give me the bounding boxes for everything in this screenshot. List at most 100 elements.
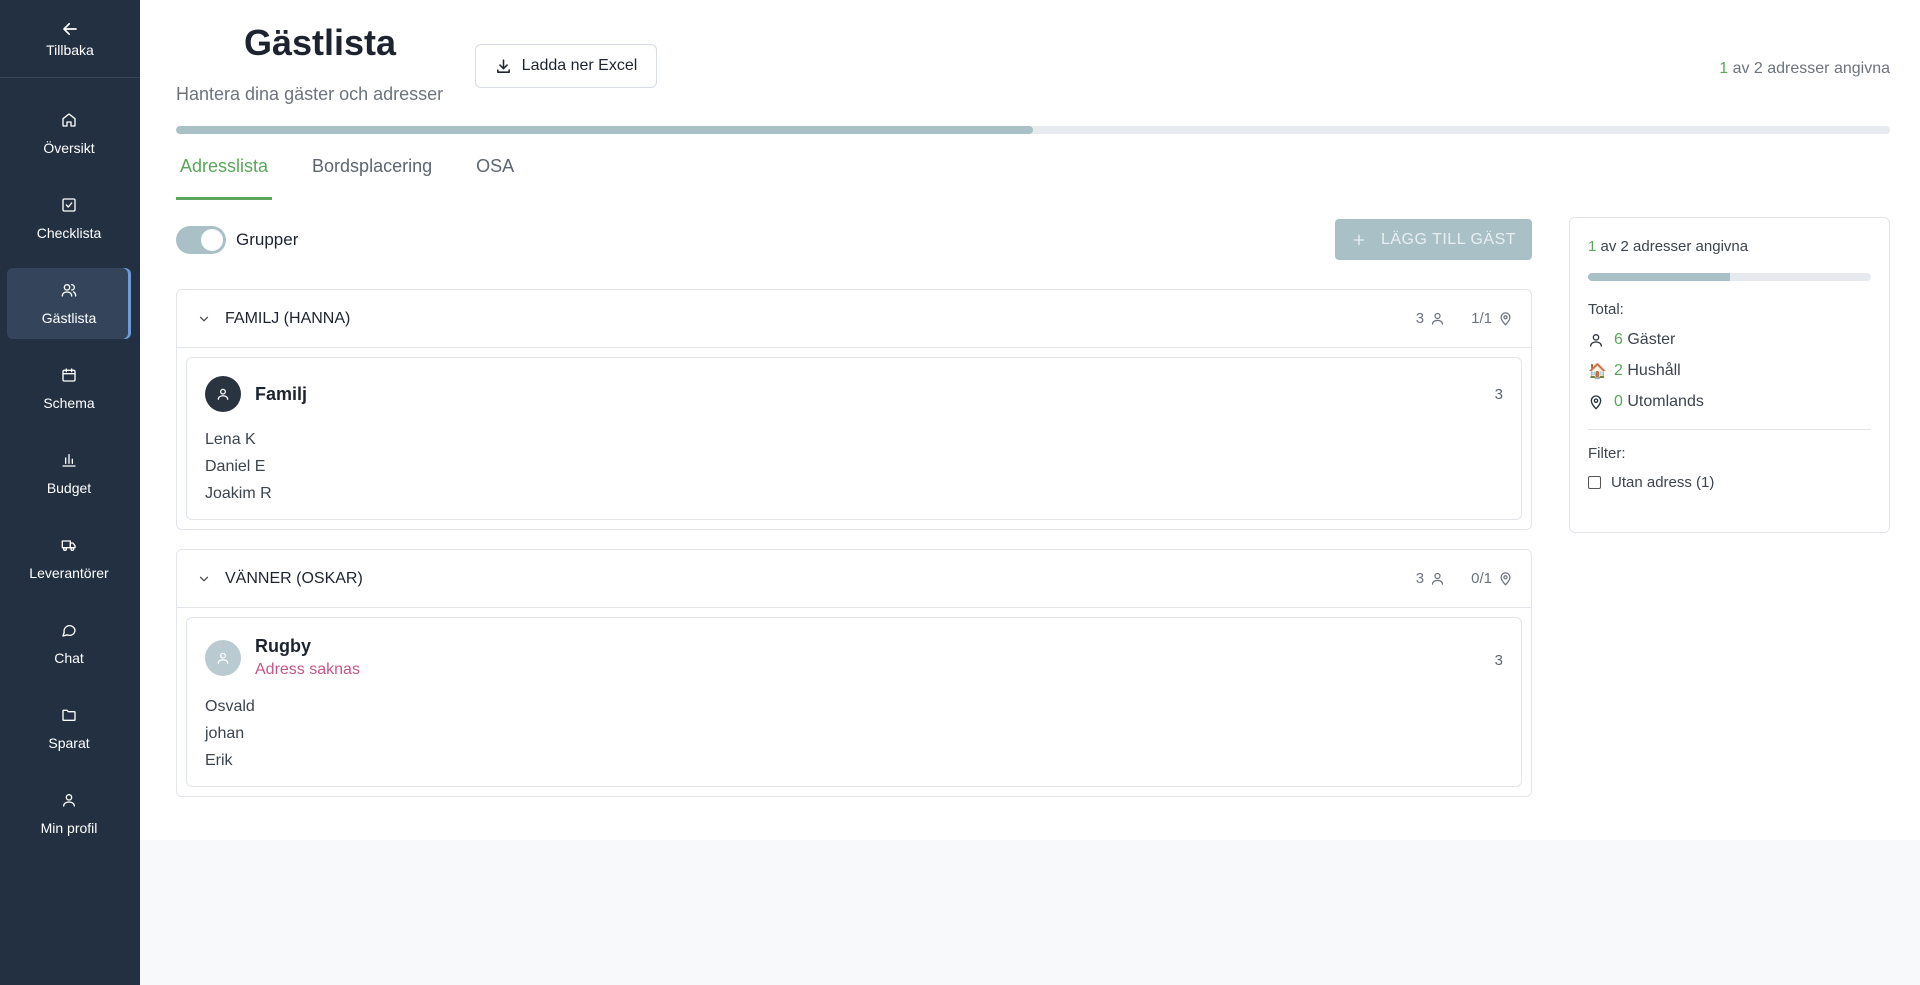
map-pin-icon	[1590, 395, 1602, 410]
sidebar-item-sparat[interactable]: Sparat	[7, 693, 131, 764]
add-guest-button[interactable]: LÄGG TILL GÄST	[1335, 219, 1532, 260]
sidebar-item-leverantorer[interactable]: Leverantörer	[7, 523, 131, 594]
households-count: 2	[1614, 362, 1623, 379]
household-card[interactable]: Rugby Adress saknas 3 Osvald johan Erik	[186, 617, 1522, 787]
guest-group: FAMILJ (HANNA) 3 1/1 Familj 3 Lena K Dan…	[176, 289, 1532, 530]
summary-address-count: 1 av 2 adresser angivna	[1588, 238, 1871, 255]
households-label: Hushåll	[1627, 362, 1681, 379]
back-label: Tillbaka	[46, 41, 94, 58]
summary-progress-bar	[1588, 273, 1871, 281]
sidebar-item-label: Chat	[54, 649, 84, 666]
person-icon	[1590, 334, 1602, 347]
sidebar-item-budget[interactable]: Budget	[7, 438, 131, 509]
group-guest-count: 3	[1415, 570, 1425, 587]
plus-icon	[1353, 234, 1365, 245]
truck-icon	[61, 539, 76, 551]
address-progress-fill	[176, 126, 1033, 134]
sidebar-item-checklista[interactable]: Checklista	[7, 183, 131, 254]
summary-panel: 1 av 2 adresser angivna Total: 6 Gäster …	[1569, 217, 1890, 533]
list-item: Lena K	[205, 431, 256, 448]
avatar	[205, 639, 241, 676]
sidebar-nav: Översikt Checklista Gästlista Schema Bud…	[0, 78, 140, 849]
checkbox-icon	[62, 197, 76, 212]
add-guest-label: LÄGG TILL GÄST	[1380, 230, 1517, 248]
house-icon: 🏠	[1588, 363, 1607, 380]
household-count: 3	[1494, 386, 1503, 403]
sidebar-item-label: Gästlista	[41, 309, 97, 326]
groups-toggle[interactable]: Grupper	[176, 226, 298, 254]
calendar-icon	[62, 367, 76, 382]
toggle-knob	[201, 229, 223, 251]
sidebar-item-label: Schema	[43, 394, 95, 411]
sidebar-item-gastlista[interactable]: Gästlista	[7, 268, 131, 339]
users-icon	[61, 283, 77, 297]
summary-count-text: av 2 adresser angivna	[1596, 238, 1749, 255]
tab-bordsplacering[interactable]: Bordsplacering	[308, 150, 436, 200]
guest-group: VÄNNER (OSKAR) 3 0/1 Rugby Adress saknas…	[176, 549, 1532, 797]
summary-progress-fill	[1588, 273, 1730, 281]
household-name: Rugby	[255, 636, 311, 656]
sidebar-item-schema[interactable]: Schema	[7, 353, 131, 424]
list-item: Joakim R	[205, 485, 272, 502]
address-progress-bar	[176, 126, 1890, 134]
download-icon	[496, 58, 510, 73]
main-content: Gästlista Hantera dina gäster och adress…	[140, 0, 1920, 840]
tab-adresslista[interactable]: Adresslista	[176, 150, 273, 200]
stat-households: 🏠 2 Hushåll	[1588, 362, 1871, 380]
folder-icon	[62, 709, 76, 721]
tab-bar: Adresslista Bordsplacering OSA	[176, 150, 554, 200]
list-item: Daniel E	[205, 458, 266, 475]
filter-option-label: Utan adress (1)	[1611, 474, 1715, 491]
group-header[interactable]: FAMILJ (HANNA) 3 1/1	[177, 290, 1531, 348]
bar-chart-icon	[62, 453, 76, 467]
sidebar-item-label: Min profil	[40, 819, 98, 836]
address-count-text: av 2 adresser angivna	[1728, 60, 1890, 77]
address-count: 1 av 2 adresser angivna	[1719, 60, 1890, 78]
chevron-down-icon[interactable]	[197, 312, 211, 326]
toggle-switch[interactable]	[176, 226, 226, 254]
sidebar-item-chat[interactable]: Chat	[7, 608, 131, 679]
sidebar-item-min-profil[interactable]: Min profil	[7, 778, 131, 849]
filter-label: Filter:	[1588, 445, 1626, 462]
page-subtitle: Hantera dina gäster och adresser	[176, 84, 444, 104]
home-icon	[62, 112, 76, 127]
guests-count: 6	[1614, 331, 1623, 348]
filter-without-address[interactable]: Utan adress (1)	[1588, 474, 1871, 491]
map-pin-icon	[1500, 312, 1511, 326]
chat-icon	[62, 624, 76, 637]
total-label: Total:	[1588, 301, 1624, 318]
missing-address-warning: Adress saknas	[255, 661, 360, 678]
household-header: Familj	[205, 376, 1503, 412]
sidebar-item-oversikt[interactable]: Översikt	[7, 98, 131, 169]
sidebar-item-label: Översikt	[43, 139, 95, 156]
sidebar-item-label: Budget	[46, 479, 92, 496]
group-header[interactable]: VÄNNER (OSKAR) 3 0/1	[177, 550, 1531, 608]
back-button[interactable]: Tillbaka	[0, 0, 140, 78]
chevron-down-icon[interactable]	[197, 572, 211, 586]
household-card[interactable]: Familj 3 Lena K Daniel E Joakim R	[186, 357, 1522, 520]
member-list: Lena K Daniel E Joakim R	[205, 426, 1503, 507]
member-list: Osvald johan Erik	[205, 693, 1503, 774]
abroad-label: Utomlands	[1627, 393, 1704, 410]
group-name: VÄNNER (OSKAR)	[225, 569, 363, 587]
stat-abroad: 0 Utomlands	[1588, 393, 1871, 411]
tab-osa[interactable]: OSA	[472, 150, 518, 200]
group-address-ratio: 0/1	[1471, 570, 1492, 587]
person-icon	[1432, 572, 1444, 585]
household-header: Rugby Adress saknas	[205, 636, 1503, 679]
sidebar-item-label: Checklista	[36, 224, 102, 241]
group-name: FAMILJ (HANNA)	[225, 309, 351, 327]
sidebar: Tillbaka Översikt Checklista Gästlista S…	[0, 0, 140, 985]
stat-guests: 6 Gäster	[1588, 331, 1871, 349]
group-guest-count: 3	[1415, 310, 1425, 327]
household-count: 3	[1494, 652, 1503, 669]
list-item: johan	[205, 725, 245, 742]
toggle-label: Grupper	[236, 230, 299, 249]
divider	[1588, 429, 1871, 430]
download-excel-button[interactable]: Ladda ner Excel	[475, 44, 657, 88]
download-excel-label: Ladda ner Excel	[521, 57, 638, 74]
person-icon	[1432, 312, 1444, 325]
address-count-number: 1	[1719, 60, 1729, 77]
filter-checkbox[interactable]	[1588, 476, 1601, 489]
user-icon	[217, 388, 229, 400]
